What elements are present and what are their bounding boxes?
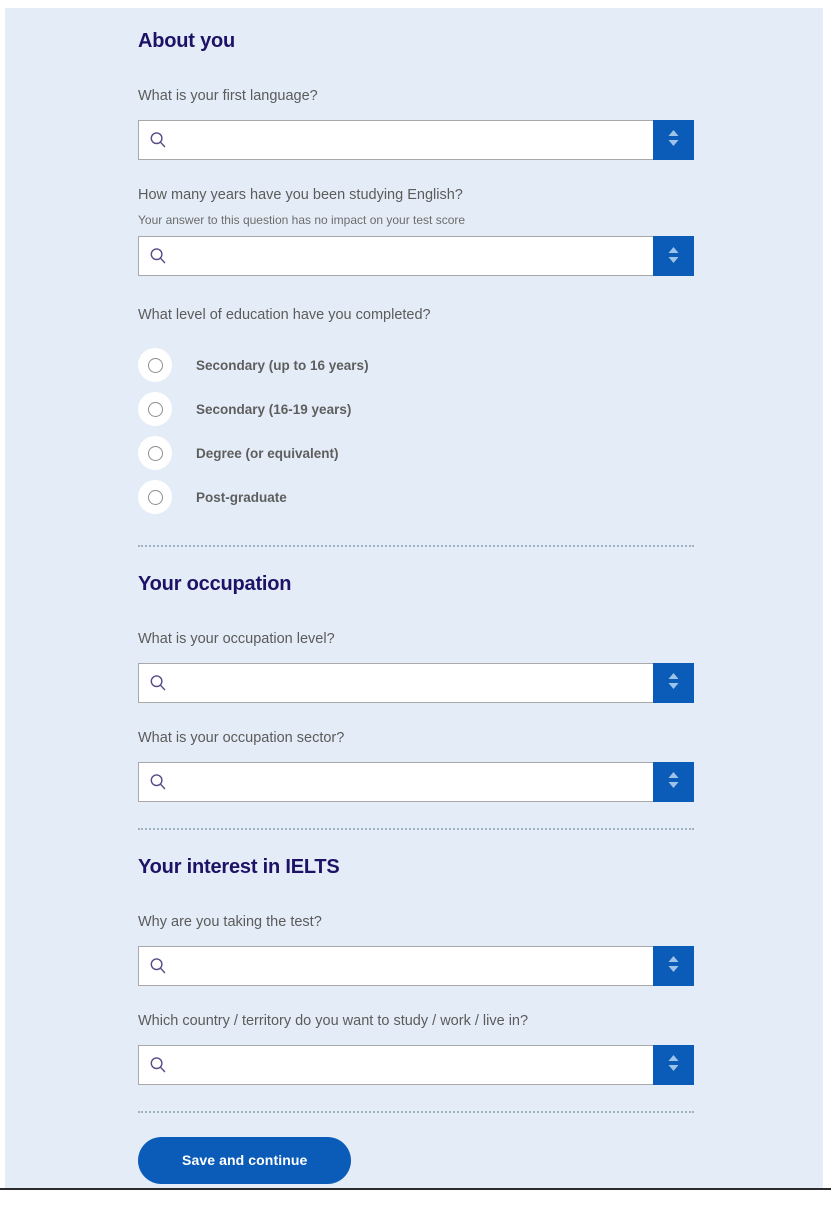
radio-option-label: Secondary (up to 16 years) xyxy=(196,357,369,373)
dropdown-stepper-button[interactable] xyxy=(653,119,694,160)
search-box[interactable] xyxy=(138,662,653,703)
radio-circle-icon[interactable] xyxy=(138,436,172,471)
radio-group-education-level: Secondary (up to 16 years) Secondary (16… xyxy=(138,343,698,519)
radio-circle-icon[interactable] xyxy=(138,480,172,515)
search-box[interactable] xyxy=(138,761,653,802)
question-destination-country: Which country / territory do you want to… xyxy=(138,1012,698,1085)
question-hint: Your answer to this question has no impa… xyxy=(138,212,466,227)
form-panel: About you What is your first language? H… xyxy=(5,8,823,1188)
search-icon xyxy=(149,131,167,149)
search-icon xyxy=(149,674,167,692)
question-first-language: What is your first language? xyxy=(138,87,698,160)
search-icon xyxy=(149,773,167,791)
search-input[interactable] xyxy=(167,237,653,276)
question-label: What is your first language? xyxy=(138,88,318,104)
search-icon xyxy=(149,247,167,265)
search-input[interactable] xyxy=(167,120,653,159)
section-heading-about-you: About you xyxy=(138,30,236,52)
dropdown-stepper-button[interactable] xyxy=(653,236,694,277)
page-root: About you What is your first language? H… xyxy=(0,0,831,1206)
up-down-chevron-icon xyxy=(666,770,681,793)
question-why-taking-test: Why are you taking the test? xyxy=(138,913,698,986)
up-down-chevron-icon xyxy=(666,128,681,151)
question-label: Why are you taking the test? xyxy=(138,913,322,930)
page-bottom-rule xyxy=(0,1188,831,1190)
dropdown-stepper-button[interactable] xyxy=(653,945,694,986)
question-education-level: What level of education have you complet… xyxy=(138,306,698,519)
radio-option-secondary-16-19[interactable]: Secondary (16-19 years) xyxy=(138,387,698,431)
dropdown-stepper-button[interactable] xyxy=(653,1044,694,1085)
radio-option-label: Degree (or equivalent) xyxy=(196,445,339,461)
section-heading-your-interest-in-ielts: Your interest in IELTS xyxy=(138,855,340,878)
search-select-occupation-level[interactable] xyxy=(138,662,694,703)
dropdown-stepper-button[interactable] xyxy=(653,761,694,802)
radio-circle-icon[interactable] xyxy=(138,348,172,383)
question-label: Which country / territory do you want to… xyxy=(138,1012,529,1029)
radio-option-label: Secondary (16-19 years) xyxy=(196,401,352,417)
search-select-years-studying-english[interactable] xyxy=(138,236,694,277)
up-down-chevron-icon xyxy=(666,1053,681,1076)
search-select-why-taking-test[interactable] xyxy=(138,945,694,986)
up-down-chevron-icon xyxy=(666,954,681,977)
up-down-chevron-icon xyxy=(666,245,681,268)
search-input[interactable] xyxy=(167,663,653,702)
search-box[interactable] xyxy=(138,119,653,160)
question-label: What is your occupation sector? xyxy=(138,729,345,746)
form-content: About you What is your first language? H… xyxy=(138,30,698,1184)
save-and-continue-button[interactable]: Save and continue xyxy=(138,1136,352,1184)
search-input[interactable] xyxy=(167,946,653,985)
question-label: What level of education have you complet… xyxy=(138,307,431,324)
dropdown-stepper-button[interactable] xyxy=(653,662,694,703)
search-box[interactable] xyxy=(138,1044,653,1085)
radio-circle-icon[interactable] xyxy=(138,392,172,427)
search-select-occupation-sector[interactable] xyxy=(138,761,694,802)
search-input[interactable] xyxy=(167,1045,653,1084)
up-down-chevron-icon xyxy=(666,671,681,694)
search-input[interactable] xyxy=(167,762,653,801)
search-box[interactable] xyxy=(138,945,653,986)
question-occupation-level: What is your occupation level? xyxy=(138,630,698,703)
question-label: How many years have you been studying En… xyxy=(138,186,463,203)
search-select-destination-country[interactable] xyxy=(138,1044,694,1085)
radio-option-label: Post-graduate xyxy=(196,489,287,505)
search-icon xyxy=(149,957,167,975)
radio-option-degree[interactable]: Degree (or equivalent) xyxy=(138,431,698,475)
search-select-first-language[interactable] xyxy=(138,119,694,160)
section-heading-your-occupation: Your occupation xyxy=(138,573,292,596)
search-icon xyxy=(149,1056,167,1074)
question-years-studying-english: How many years have you been studying En… xyxy=(138,186,698,277)
question-label: What is your occupation level? xyxy=(138,631,335,648)
question-occupation-sector: What is your occupation sector? xyxy=(138,729,698,802)
radio-option-secondary-up-to-16[interactable]: Secondary (up to 16 years) xyxy=(138,343,698,387)
radio-option-post-graduate[interactable]: Post-graduate xyxy=(138,475,698,519)
search-box[interactable] xyxy=(138,236,653,277)
